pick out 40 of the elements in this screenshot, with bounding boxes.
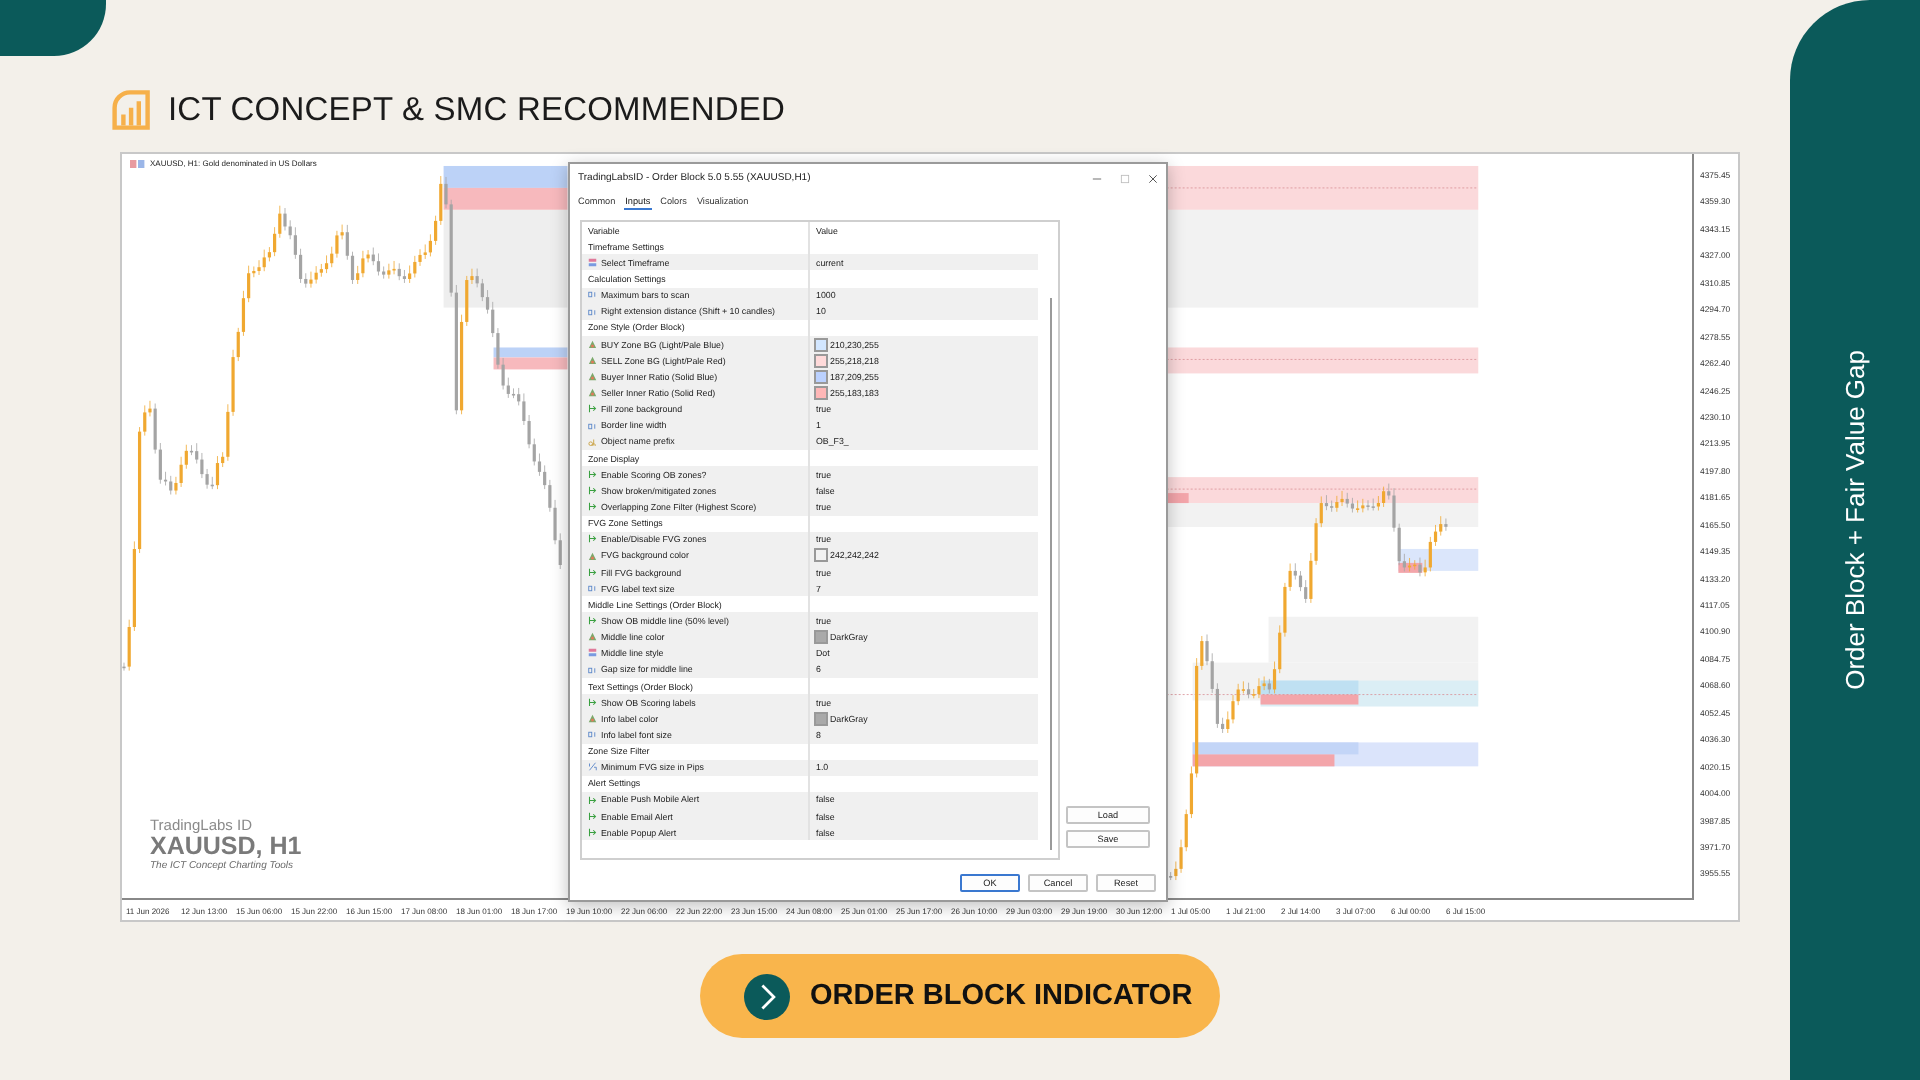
scrollbar[interactable] xyxy=(1049,298,1052,850)
toggle-icon xyxy=(588,486,597,496)
integer-icon xyxy=(588,421,597,430)
palette-icon xyxy=(588,372,597,382)
integer-icon xyxy=(588,307,597,317)
toggle-icon xyxy=(588,697,597,707)
palette-icon xyxy=(588,632,597,642)
close-icon[interactable] xyxy=(1148,173,1158,183)
list-icon xyxy=(588,258,597,268)
toggle-icon xyxy=(588,795,597,805)
toggle-icon xyxy=(588,811,597,821)
corner-decoration xyxy=(0,0,106,56)
toggle-icon xyxy=(588,567,597,577)
banner-text: Order Block + Fair Value Gap xyxy=(1840,350,1870,690)
toggle-icon xyxy=(588,534,597,544)
palette-icon xyxy=(588,714,597,724)
minimize-icon[interactable] xyxy=(1092,173,1102,183)
toggle-icon xyxy=(588,469,597,479)
list-icon xyxy=(588,648,597,658)
palette-icon xyxy=(588,355,597,365)
palette-icon xyxy=(588,388,597,398)
integer-icon xyxy=(588,290,597,300)
watermark-symbol: XAUUSD, H1 xyxy=(150,833,302,860)
toggle-icon xyxy=(588,502,597,512)
toggle-icon xyxy=(588,616,597,626)
toggle-icon xyxy=(588,404,597,414)
integer-icon xyxy=(588,730,597,740)
chart-logo-icon xyxy=(108,88,152,132)
order-block-indicator-button[interactable]: ORDER BLOCK INDICATOR xyxy=(700,954,1220,1038)
chevron-icon xyxy=(744,973,790,1019)
maximize-icon[interactable] xyxy=(1120,173,1130,183)
header-title: ICT CONCEPT & SMC RECOMMENDED xyxy=(168,91,785,129)
integer-icon xyxy=(588,665,597,675)
fraction-icon xyxy=(588,762,597,772)
integer-icon xyxy=(588,583,597,593)
palette-icon xyxy=(588,551,597,561)
price-zone xyxy=(443,165,568,188)
chart-type-icon xyxy=(130,159,146,167)
toggle-icon xyxy=(588,828,597,838)
palette-icon xyxy=(588,339,597,349)
